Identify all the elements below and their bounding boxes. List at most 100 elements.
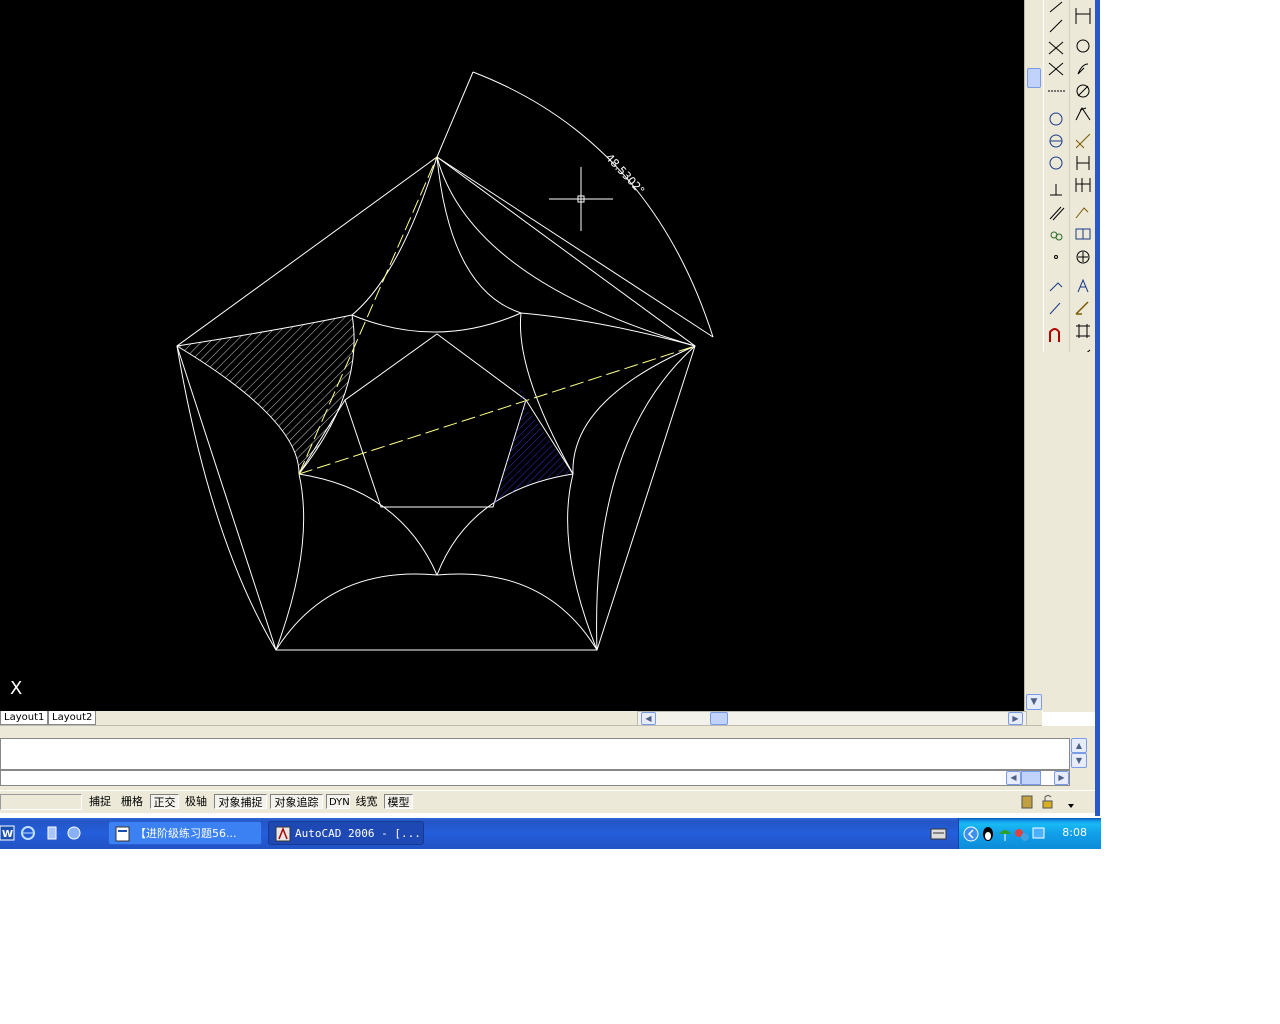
center-mark-icon[interactable] (1076, 324, 1090, 338)
network-icon[interactable] (1015, 829, 1029, 841)
polar-button[interactable]: 极轴 (181, 794, 211, 809)
windows-taskbar: W 【进阶级练习题56... AutoCAD 2006 - [... 8:08 (0, 818, 1101, 849)
scroll-left-button[interactable]: ◀ (641, 712, 656, 725)
status-bar: 捕捉 栅格 正交 极轴 对象捕捉 对象追踪 DYN 线宽 模型 (0, 790, 1095, 813)
ucs-icon: X (10, 678, 22, 699)
construction-line-icon[interactable] (1048, 41, 1064, 55)
rectangle-icon[interactable] (1049, 134, 1063, 148)
command-scroll-right[interactable]: ▶ (1054, 771, 1069, 785)
keyboard-icon[interactable] (930, 827, 948, 841)
quick-dim-icon[interactable] (1075, 207, 1089, 219)
crosshair-cursor (549, 167, 613, 231)
ortho-button[interactable]: 正交 (150, 794, 179, 809)
system-tray: 8:08 (958, 818, 1101, 849)
arc (275, 473, 305, 651)
centerlines (298, 156, 696, 475)
vertical-scroll-thumb[interactable] (1027, 68, 1041, 88)
dimension-toolbar (1069, 0, 1096, 372)
lock-icon[interactable] (1042, 795, 1053, 809)
tab-layout1[interactable]: Layout1 (0, 711, 49, 725)
command-vertical-scrollbar[interactable]: ▲ ▼ (1071, 738, 1087, 768)
diameter-dim-icon[interactable] (1076, 156, 1090, 170)
linear-dim-icon[interactable] (1075, 8, 1091, 24)
lineweight-button[interactable]: 线宽 (352, 794, 381, 809)
task-button-word-document[interactable]: 【进阶级练习题56... (108, 821, 262, 845)
task-button-autocad[interactable]: AutoCAD 2006 - [... (268, 821, 424, 845)
show-desktop-icon[interactable] (66, 825, 82, 841)
command-horizontal-scrollbar[interactable]: ◀ ▶ (0, 770, 1070, 786)
internet-explorer-icon[interactable] (20, 825, 36, 841)
jogged-dim-icon[interactable] (1075, 133, 1091, 149)
outer-pentagon (176, 156, 696, 651)
arc (351, 156, 438, 316)
snap-button[interactable]: 捕捉 (86, 794, 114, 809)
baseline-dim-icon[interactable] (1075, 228, 1091, 240)
arc (275, 573, 438, 651)
tolerance-icon[interactable] (1075, 301, 1089, 315)
arc (298, 473, 438, 576)
angular-dim-icon[interactable] (1075, 178, 1091, 192)
command-scroll-left[interactable]: ◀ (1006, 771, 1021, 785)
hatch-white (177, 315, 355, 474)
inner-pentagon (344, 333, 527, 508)
command-scroll-down[interactable]: ▼ (1071, 753, 1087, 768)
line-icon[interactable] (1049, 1, 1063, 13)
dim-extension-line (436, 156, 714, 338)
aligned-dim-icon[interactable] (1076, 39, 1090, 53)
horizontal-scrollbar[interactable]: ◀ ▶ (637, 711, 1027, 726)
command-history[interactable] (0, 738, 1070, 770)
media-player-icon[interactable] (44, 825, 60, 841)
command-scroll-thumb[interactable] (1021, 771, 1041, 785)
toolbar-dock (1043, 352, 1095, 712)
spline-icon[interactable] (1050, 231, 1063, 241)
task-label: 【进阶级练习题56... (135, 827, 237, 840)
monitor-icon[interactable] (1032, 827, 1045, 839)
drawing-svg: 48.5302° X (10, 71, 714, 699)
multiline-icon[interactable] (1048, 62, 1064, 76)
hatch-blue (493, 385, 573, 507)
window-border (1095, 0, 1100, 816)
polygon-icon[interactable] (1049, 112, 1063, 126)
arc-icon[interactable] (1049, 156, 1063, 170)
antivirus-umbrella-icon[interactable] (999, 830, 1011, 841)
word-icon[interactable]: W (0, 825, 16, 841)
arc-length-icon[interactable] (1077, 63, 1089, 75)
circle-icon[interactable] (1050, 184, 1062, 196)
dimension-text: 48.5302° (603, 151, 647, 197)
communication-center-icon[interactable] (1021, 795, 1033, 809)
dimension-toolbar-icons (1075, 8, 1091, 363)
osnap-button[interactable]: 对象捕捉 (214, 794, 267, 809)
insert-block-icon[interactable] (1049, 302, 1061, 315)
qq-penguin-icon[interactable] (983, 827, 993, 841)
grid-button[interactable]: 栅格 (117, 794, 147, 809)
quick-leader-icon[interactable] (1077, 278, 1089, 293)
draw-toolbar-icons (1048, 1, 1066, 342)
autocad-icon (275, 826, 291, 842)
horizontal-scroll-thumb[interactable] (710, 712, 728, 725)
coordinate-display[interactable] (0, 794, 82, 810)
make-block-icon[interactable] (1049, 328, 1060, 342)
vertical-scrollbar[interactable]: ▼ (1024, 0, 1043, 711)
otrack-button[interactable]: 对象追踪 (270, 794, 323, 809)
status-menu-arrow-icon[interactable] (1068, 804, 1074, 808)
arc (436, 156, 522, 314)
radius-dim-icon[interactable] (1075, 107, 1091, 121)
arc (572, 345, 696, 475)
task-label: AutoCAD 2006 - [... (295, 827, 421, 840)
model-button[interactable]: 模型 (384, 794, 413, 809)
dyn-button[interactable]: DYN (326, 794, 350, 809)
ray-icon[interactable] (1049, 19, 1063, 33)
command-scroll-up[interactable]: ▲ (1071, 738, 1087, 753)
ordinate-dim-icon[interactable] (1076, 84, 1090, 98)
scroll-right-button[interactable]: ▶ (1008, 712, 1023, 725)
scroll-down-button[interactable]: ▼ (1026, 694, 1042, 710)
command-window: ▲ ▼ ◀ ▶ (0, 726, 1095, 790)
revision-cloud-icon[interactable] (1049, 206, 1065, 221)
tab-layout2[interactable]: Layout2 (48, 711, 97, 725)
ellipse-icon[interactable] (1054, 255, 1058, 259)
drawing-canvas[interactable]: 48.5302° X (0, 0, 1024, 711)
tray-collapse-icon[interactable] (963, 826, 979, 842)
continue-dim-icon[interactable] (1076, 250, 1090, 264)
ellipse-arc-icon[interactable] (1049, 282, 1063, 292)
status-tray-icons (1021, 795, 1074, 809)
